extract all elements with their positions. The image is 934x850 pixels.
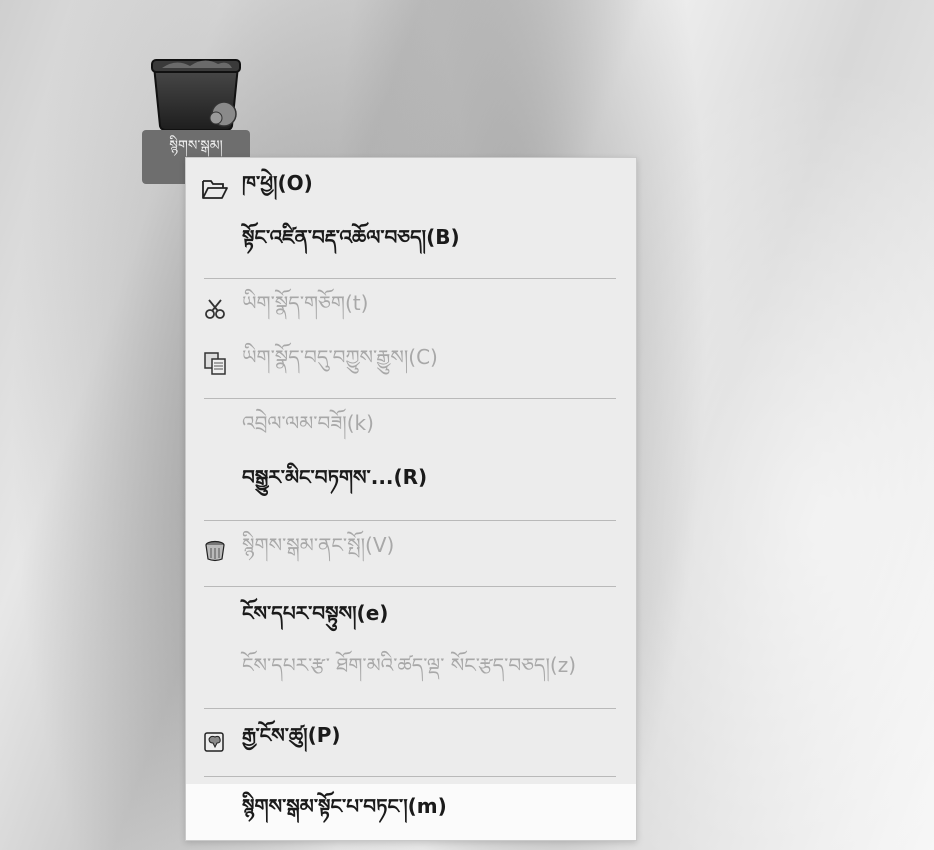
menu-item-label: ངོས་དཔར་རྩ་ ཐོག་མའི་ཚད་ལྡ་ སོང་རྩད་བཅད།(…	[242, 653, 577, 677]
menu-item-open[interactable]: ཁ་ཕྱེ།(O)	[186, 166, 636, 212]
menu-item-label: ཁ་ཕྱེ།(O)	[242, 171, 313, 195]
context-menu: ཁ་ཕྱེ།(O) སྟོང་འཛིན་བརྡ་འཆོལ་བཅད།(B) ཡིག…	[185, 157, 637, 841]
menu-item-move-to-trash[interactable]: སྙིགས་སྒམ་ནང་སྤོ།(V)	[186, 528, 636, 574]
menu-separator	[204, 520, 616, 521]
menu-item-label: སྟོང་འཛིན་བརྡ་འཆོལ་བཅད།(B)	[242, 225, 460, 249]
menu-item-label: འབྲེལ་ལམ་བཟོ།(k)	[242, 411, 374, 435]
menu-item-label: རྒྱ་ངོས་ཚུ།(P)	[242, 723, 341, 747]
menu-item-label: ངོས་དཔར་བསྟུས།(e)	[242, 601, 389, 625]
trash-icon	[151, 59, 241, 131]
scissors-icon	[202, 296, 228, 322]
menu-separator	[204, 708, 616, 709]
menu-item-copy[interactable]: ཡིག་སྣོད་བདུ་བཀྱུས་རྒྱུས།(C)	[186, 340, 636, 386]
menu-item-empty-trash[interactable]: སྙིགས་སྒམ་སྟོང་པ་བཏང་།(m)	[186, 784, 636, 840]
menu-separator	[204, 278, 616, 279]
properties-icon	[202, 728, 228, 754]
trash-small-icon	[202, 538, 228, 564]
menu-item-label: ཡིག་སྣོད་གཅོག(t)	[242, 291, 369, 315]
menu-item-label: སྙིགས་སྒམ་སྟོང་པ་བཏང་།(m)	[242, 794, 447, 818]
folder-open-icon	[202, 176, 228, 202]
menu-item-properties[interactable]: རྒྱ་ངོས་ཚུ།(P)	[186, 718, 636, 764]
menu-separator	[204, 586, 616, 587]
menu-item-stretch-icon[interactable]: ངོས་དཔར་བསྟུས།(e)	[186, 596, 636, 642]
menu-item-make-link[interactable]: འབྲེལ་ལམ་བཟོ།(k)	[186, 406, 636, 452]
menu-item-label: སྙིགས་སྒམ་ནང་སྤོ།(V)	[242, 533, 395, 557]
menu-separator	[204, 776, 616, 777]
menu-item-restore-icon-size[interactable]: ངོས་དཔར་རྩ་ ཐོག་མའི་ཚད་ལྡ་ སོང་རྩད་བཅད།(…	[186, 648, 636, 694]
menu-separator	[204, 398, 616, 399]
copy-icon	[202, 350, 228, 376]
menu-item-open-with[interactable]: སྟོང་འཛིན་བརྡ་འཆོལ་བཅད།(B)	[186, 220, 636, 266]
menu-item-label: བསྒྱུར་མིང་བཏགས་...(R)	[242, 465, 428, 489]
menu-item-label: ཡིག་སྣོད་བདུ་བཀྱུས་རྒྱུས།(C)	[242, 345, 438, 369]
menu-item-cut[interactable]: ཡིག་སྣོད་གཅོག(t)	[186, 286, 636, 332]
menu-item-rename[interactable]: བསྒྱུར་མིང་བཏགས་...(R)	[186, 460, 636, 506]
